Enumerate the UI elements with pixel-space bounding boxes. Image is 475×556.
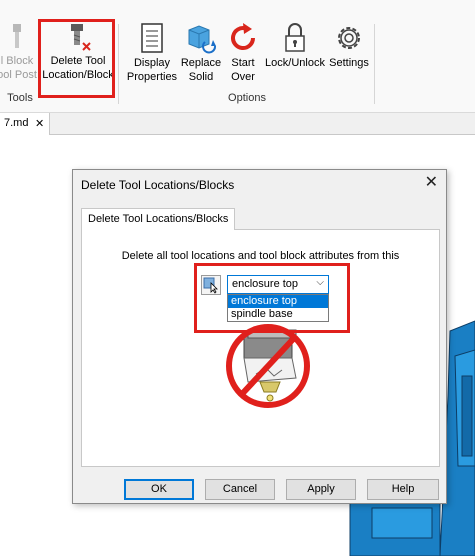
apply-button[interactable]: Apply [286,479,356,500]
ribbon: l Block ool Post Delete Tool Location/Bl… [0,0,475,113]
restart-icon [231,23,256,51]
display-label-2: Properties [126,71,178,83]
start-over-label-1: Start [231,57,255,69]
help-button[interactable]: Help [367,479,439,500]
lock-icon [285,23,305,52]
options-group-label: Options [228,92,266,104]
tools-group-label: Tools [7,92,33,104]
display-properties-button[interactable]: Display Properties [126,22,178,84]
document-tab-label: 7.md [4,117,29,129]
lock-unlock-button[interactable]: Lock/Unlock [264,22,326,70]
settings-button[interactable]: Settings [326,22,372,70]
dialog-tab-panel: Delete all tool locations and tool block… [81,229,440,467]
replace-solid-button[interactable]: Replace Solid [178,22,224,84]
delete-tool-locations-dialog: Delete Tool Locations/Blocks ✕ Delete To… [72,169,447,504]
tool-post-label-2: ool Post [0,69,37,81]
document-icon [141,23,163,53]
display-label-1: Display [133,57,171,69]
replace-solid-icon [188,25,216,54]
start-over-button[interactable]: Start Over [224,22,262,84]
cancel-button[interactable]: Cancel [205,479,275,500]
ok-button[interactable]: OK [124,479,194,500]
dialog-title: Delete Tool Locations/Blocks [81,178,235,192]
replace-label-2: Solid [188,71,214,83]
ribbon-separator [118,24,119,104]
lock-label: Lock/Unlock [265,57,325,69]
highlight-delete-tool [38,19,115,98]
tool-post-label-1: l Block [0,55,34,67]
dialog-description: Delete all tool locations and tool block… [121,250,400,262]
gear-icon [338,27,360,49]
close-icon[interactable]: ✕ [425,174,438,192]
start-over-label-2: Over [231,71,255,83]
document-tab-bar: 7.md ✕ [0,113,475,135]
tab-delete-tool-locations[interactable]: Delete Tool Locations/Blocks [81,208,236,230]
tool-post-icon [13,24,21,48]
replace-label-1: Replace [180,57,222,69]
close-tab-icon[interactable]: ✕ [35,117,44,130]
highlight-combo [194,263,350,333]
tool-post-button[interactable]: l Block ool Post [0,22,40,82]
document-tab[interactable]: 7.md ✕ [0,113,50,135]
tool-block-illustration [226,324,310,408]
settings-label: Settings [329,57,369,69]
ribbon-separator-right [374,24,375,104]
